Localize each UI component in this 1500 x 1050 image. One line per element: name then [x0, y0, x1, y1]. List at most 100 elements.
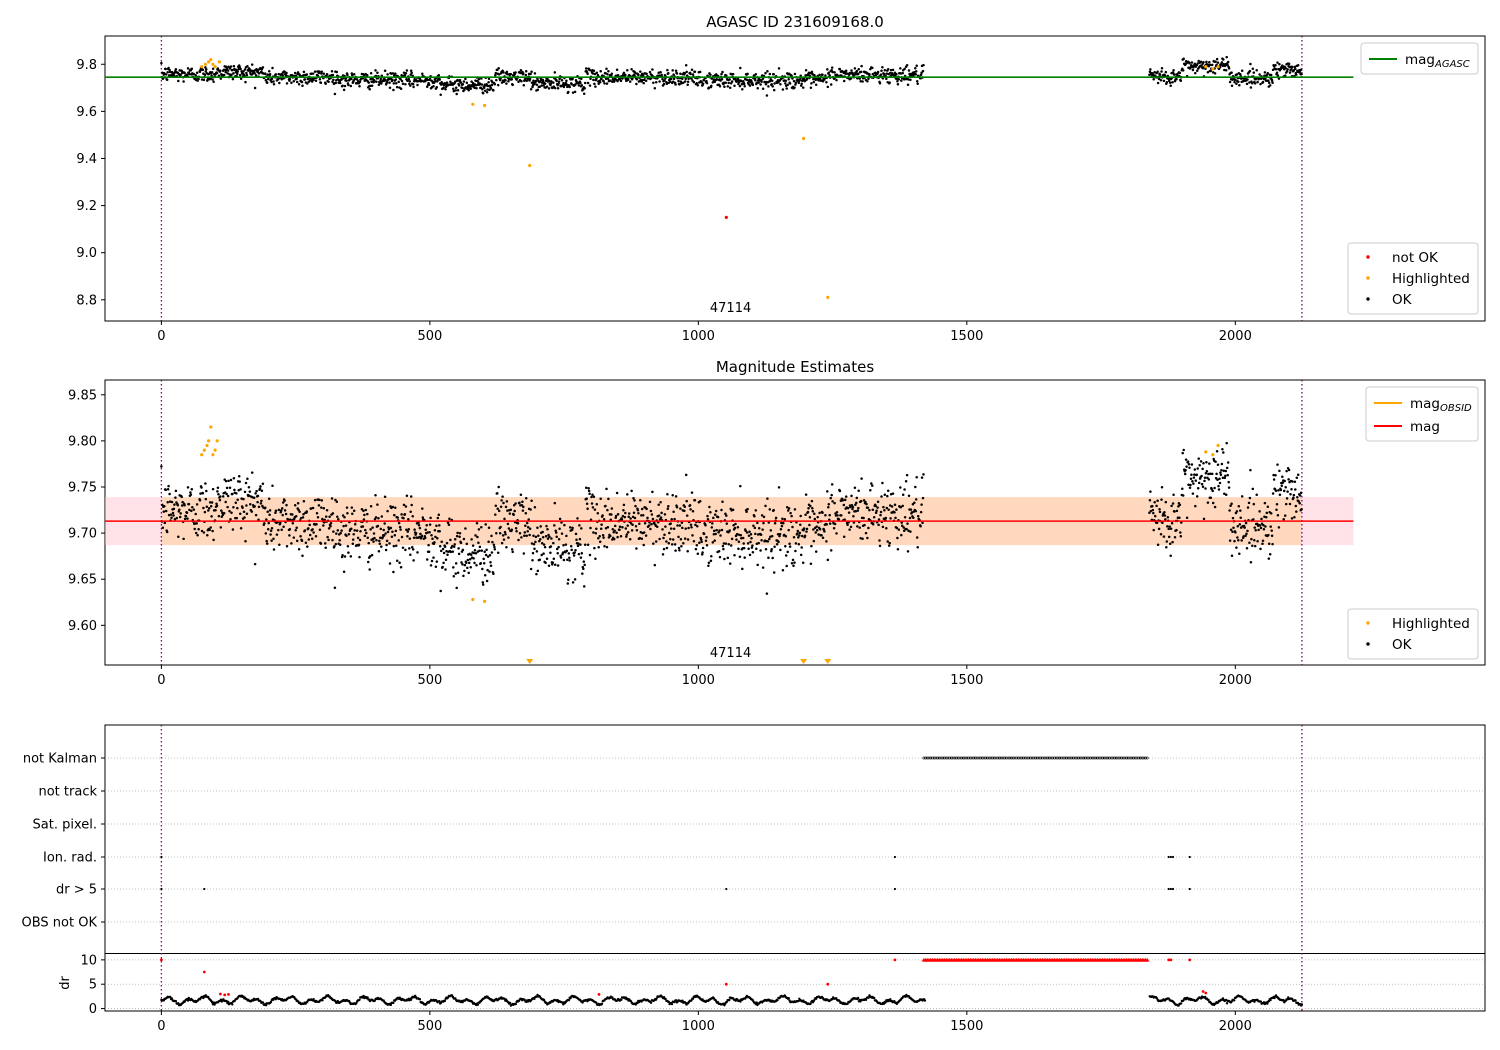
ok-point — [815, 525, 818, 528]
ok-point — [462, 537, 466, 541]
ok-point — [794, 542, 798, 545]
ok-point — [770, 534, 774, 538]
panel-1-obsid-label: 47114 — [710, 301, 751, 316]
ok-point — [1268, 84, 1272, 87]
ok-point — [768, 508, 772, 511]
ok-point — [699, 538, 703, 541]
ok-point — [1202, 462, 1205, 465]
ok-point — [679, 507, 682, 510]
ok-point — [521, 500, 524, 503]
ok-point — [1152, 528, 1155, 532]
ok-point — [456, 571, 460, 574]
ok-point — [742, 82, 746, 86]
ok-point — [576, 517, 579, 520]
ok-point — [846, 523, 849, 527]
ok-point — [281, 513, 284, 517]
ok-point — [477, 77, 481, 81]
ok-point — [222, 73, 226, 77]
ok-point — [522, 505, 525, 509]
ok-point — [792, 535, 796, 539]
highlighted-point — [483, 103, 487, 108]
ok-point — [900, 533, 903, 537]
ok-point — [366, 512, 369, 516]
ok-point — [174, 489, 178, 493]
ok-point — [1199, 60, 1203, 63]
ok-point — [893, 503, 897, 506]
ok-point — [595, 527, 598, 531]
ok-point — [707, 561, 711, 564]
ok-point — [394, 72, 397, 75]
ok-point — [874, 504, 877, 508]
ok-point — [565, 79, 568, 83]
ok-point — [549, 545, 553, 548]
ok-point — [665, 540, 668, 543]
ok-point — [914, 70, 918, 73]
ok-point — [523, 531, 527, 534]
ok-point — [690, 68, 694, 71]
ok-point — [890, 505, 894, 508]
ok-point — [1151, 508, 1155, 512]
ok-point — [556, 87, 560, 90]
ok-point — [680, 544, 683, 548]
ok-point — [804, 493, 808, 496]
ok-point — [529, 567, 533, 571]
ok-point — [777, 67, 781, 70]
ok-point — [183, 71, 186, 75]
ok-point — [920, 476, 924, 479]
ok-point — [1219, 473, 1223, 477]
ok-point — [830, 483, 834, 486]
ok-point — [522, 72, 525, 75]
ok-point — [683, 505, 687, 508]
ok-point — [880, 495, 883, 498]
ok-point — [767, 85, 770, 88]
ok-point — [510, 548, 514, 551]
ok-point — [914, 498, 918, 501]
ok-point — [522, 84, 526, 87]
ok-point — [1205, 60, 1208, 64]
ok-point — [1293, 480, 1297, 483]
ok-point — [714, 509, 718, 513]
figure: AGASC ID 231609168.0 0 500 1000 1500 20008.8… — [22, 13, 1486, 1034]
ok-point — [168, 492, 171, 496]
ok-point — [833, 522, 837, 526]
ok-point — [857, 72, 860, 75]
ok-point — [362, 509, 365, 512]
ok-point — [511, 83, 514, 87]
ok-point — [809, 86, 813, 90]
ok-point — [647, 524, 651, 527]
ok-point — [385, 80, 389, 84]
ok-point — [411, 515, 414, 518]
ok-point — [473, 561, 476, 565]
ok-point — [805, 77, 809, 81]
ok-point — [651, 517, 655, 521]
ok-point — [668, 531, 671, 535]
ok-point — [388, 86, 392, 90]
ok-point — [346, 73, 349, 77]
ok-point — [705, 81, 709, 85]
ok-point — [272, 80, 275, 83]
ok-point — [334, 542, 338, 546]
ok-point — [311, 506, 315, 510]
ok-point — [466, 558, 470, 562]
ok-point — [1160, 67, 1164, 70]
ok-point — [1224, 474, 1227, 478]
ok-point — [752, 524, 755, 527]
ok-point — [633, 516, 637, 520]
ok-point — [594, 85, 597, 88]
ok-point — [241, 506, 244, 510]
highlighted-point — [1204, 65, 1208, 69]
ok-point — [921, 521, 924, 525]
ok-point — [1190, 463, 1194, 466]
ok-point — [774, 516, 778, 520]
ok-point — [1195, 473, 1199, 476]
ok-point — [488, 554, 492, 557]
dr-point — [514, 1002, 517, 1006]
ok-point — [754, 72, 758, 76]
ok-point — [825, 80, 828, 84]
ok-point — [828, 74, 831, 77]
ok-point — [291, 513, 294, 516]
ok-point — [891, 68, 895, 72]
ok-point — [216, 486, 220, 489]
ok-point — [613, 524, 617, 528]
ok-point — [462, 80, 466, 83]
